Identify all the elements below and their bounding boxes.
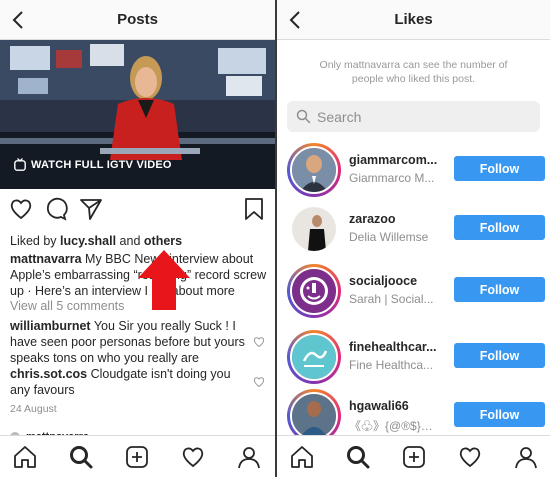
profile-icon[interactable]	[236, 444, 262, 470]
username[interactable]: hgawali66	[349, 399, 409, 413]
red-arrow-annotation	[138, 250, 190, 310]
avatar[interactable]	[287, 330, 341, 384]
liker-username[interactable]: lucy.shall	[60, 234, 116, 248]
follow-button[interactable]: Follow	[454, 277, 545, 302]
likes-joiner: and	[116, 234, 144, 248]
bottom-nav	[277, 435, 550, 477]
avatar-image	[292, 207, 336, 251]
search-icon	[296, 109, 311, 124]
username[interactable]: finehealthcar...	[349, 340, 437, 354]
search-input[interactable]: Search	[287, 101, 540, 132]
username[interactable]: zarazoo	[349, 212, 396, 226]
video-thumbnail[interactable]: WATCH FULL IGTV VIDEO	[0, 40, 275, 189]
activity-icon[interactable]	[180, 444, 206, 470]
post-date: 24 August	[10, 403, 57, 415]
list-item[interactable]: giammarcom... Giammarco M... Follow	[277, 143, 550, 201]
search-icon[interactable]	[345, 444, 371, 470]
comment-username[interactable]: chris.sot.cos	[10, 367, 87, 381]
bottom-nav	[0, 435, 275, 477]
page-title: Posts	[117, 11, 158, 28]
follow-button[interactable]: Follow	[454, 343, 545, 368]
search-placeholder: Search	[317, 109, 362, 125]
avatar-image	[292, 394, 336, 438]
avatar-image	[292, 269, 336, 313]
likes-line: Liked by lucy.shall and others	[10, 233, 268, 249]
full-name: Sarah | Social...	[349, 292, 434, 306]
fine-logo	[292, 335, 336, 379]
list-item[interactable]: zarazoo Delia Willemse Follow	[277, 202, 550, 260]
add-icon[interactable]	[401, 444, 427, 470]
search-icon[interactable]	[68, 444, 94, 470]
comment: williamburnet You Sir you really Suck ! …	[10, 318, 248, 366]
home-icon[interactable]	[289, 444, 315, 470]
comment-username[interactable]: williamburnet	[10, 319, 91, 333]
likes-others-link[interactable]: others	[144, 234, 182, 248]
username[interactable]: giammarcom...	[349, 153, 437, 167]
full-name: Giammarco M...	[349, 171, 435, 185]
comment: chris.sot.cos Cloudgate isn't doing you …	[10, 366, 248, 398]
username[interactable]: socialjooce	[349, 274, 417, 288]
avatar[interactable]	[287, 264, 341, 318]
activity-icon[interactable]	[457, 444, 483, 470]
posts-header: Posts	[0, 0, 275, 40]
post-actions	[0, 196, 275, 224]
igtv-icon	[14, 158, 26, 171]
likes-header: Likes	[277, 0, 550, 40]
heart-icon[interactable]	[253, 336, 265, 348]
avatar-image	[292, 148, 336, 192]
full-name: Fine Healthca...	[349, 358, 434, 372]
page-title: Likes	[394, 11, 433, 28]
avatar[interactable]	[287, 202, 341, 256]
privacy-note: Only mattnavarra can see the number of p…	[319, 59, 508, 85]
share-icon[interactable]	[78, 196, 104, 222]
follow-button[interactable]: Follow	[454, 215, 545, 240]
follow-button[interactable]: Follow	[454, 402, 545, 427]
comment-icon[interactable]	[43, 196, 69, 222]
watch-label: WATCH FULL IGTV VIDEO	[31, 158, 172, 171]
add-icon[interactable]	[124, 444, 150, 470]
heart-icon[interactable]	[253, 376, 265, 388]
heart-icon[interactable]	[8, 196, 34, 222]
full-name: 《♧》{@®$}《♧》	[349, 419, 441, 433]
full-name: Delia Willemse	[349, 230, 429, 244]
posts-screen: Posts WATCH FULL IGTV VIDEO Liked by luc…	[0, 0, 275, 477]
follow-button[interactable]: Follow	[454, 156, 545, 181]
bookmark-icon[interactable]	[241, 196, 267, 222]
profile-icon[interactable]	[513, 444, 539, 470]
avatar[interactable]	[287, 143, 341, 197]
likes-screen: Likes Only mattnavarra can see the numbe…	[277, 0, 550, 477]
list-item[interactable]: socialjooce Sarah | Social... Follow	[277, 264, 550, 322]
likes-prefix: Liked by	[10, 234, 61, 248]
home-icon[interactable]	[12, 444, 38, 470]
list-item[interactable]: finehealthcar... Fine Healthca... Follow	[277, 330, 550, 388]
caption-username[interactable]: mattnavarra	[10, 252, 82, 266]
watch-igtv-button[interactable]: WATCH FULL IGTV VIDEO	[14, 158, 172, 171]
